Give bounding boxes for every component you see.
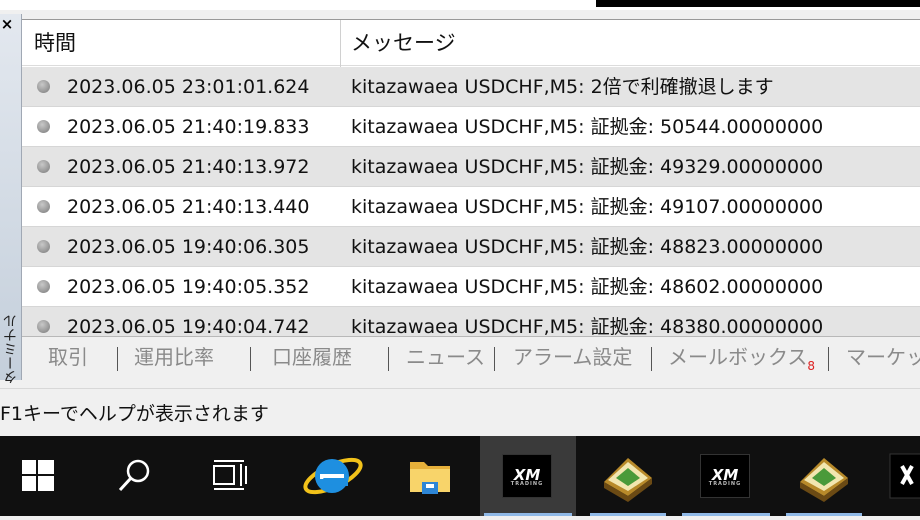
windows-start-icon xyxy=(22,460,54,491)
close-icon[interactable]: × xyxy=(0,16,14,32)
row-message: kitazawaea USDCHF,M5: 証拠金: 49107.0000000… xyxy=(351,196,824,218)
table-row[interactable]: 2023.06.05 19:40:04.742 kitazawaea USDCH… xyxy=(22,307,920,336)
status-text: F1キーでヘルプが表示されます xyxy=(0,403,269,425)
status-bar: F1キーでヘルプが表示されます xyxy=(0,388,920,436)
status-dot-icon xyxy=(37,80,50,93)
table-header: 時間 メッセージ xyxy=(22,20,920,66)
tab-news[interactable]: ニュース xyxy=(406,341,485,373)
file-explorer-icon xyxy=(410,462,450,494)
tab-trade[interactable]: 取引 xyxy=(48,341,88,373)
tab-exposure[interactable]: 運用比率 xyxy=(134,341,214,373)
row-time: 2023.06.05 23:01:01.624 xyxy=(67,76,310,98)
task-view-icon xyxy=(213,460,247,490)
terminal-tabs: 取引 運用比率 口座履歴 ニュース アラーム設定 メールボックス8 マーケット xyxy=(22,336,920,380)
row-message: kitazawaea USDCHF,M5: 2倍で利確撤退します xyxy=(351,76,774,98)
row-message: kitazawaea USDCHF,M5: 証拠金: 49329.0000000… xyxy=(351,156,824,178)
terminal-window: ターミナル × 時間 メッセージ 2023.06.05 23:01:01.624… xyxy=(0,0,920,436)
tab-separator xyxy=(388,347,389,371)
tab-separator xyxy=(117,347,118,371)
internet-explorer-button[interactable] xyxy=(290,436,374,516)
status-dot-icon xyxy=(37,280,50,293)
xm-terminal-icon: XM TRADING xyxy=(502,454,552,498)
table-row[interactable]: 2023.06.05 19:40:06.305 kitazawaea USDCH… xyxy=(22,227,920,267)
tab-mailbox[interactable]: メールボックス8 xyxy=(668,341,815,373)
tab-separator xyxy=(250,347,251,371)
row-message: kitazawaea USDCHF,M5: 証拠金: 48602.0000000… xyxy=(351,276,824,298)
table-row[interactable]: 2023.06.05 19:40:05.352 kitazawaea USDCH… xyxy=(22,267,920,307)
metaeditor-button[interactable] xyxy=(586,436,670,516)
xm-terminal-button-2[interactable]: XM TRADING xyxy=(678,436,774,516)
xm-terminal-button[interactable]: XM TRADING xyxy=(480,436,576,516)
top-strip xyxy=(0,0,920,10)
terminal-side-label[interactable]: ターミナル xyxy=(1,304,21,394)
status-dot-icon xyxy=(37,160,50,173)
xm-terminal-icon: XM TRADING xyxy=(700,454,750,498)
terminal-sidebar: ターミナル xyxy=(0,14,22,384)
row-message: kitazawaea USDCHF,M5: 証拠金: 50544.0000000… xyxy=(351,116,824,138)
metaeditor-icon xyxy=(800,458,848,502)
tab-account-history[interactable]: 口座履歴 xyxy=(272,341,352,373)
xm-terminal-icon xyxy=(889,453,920,499)
table-row[interactable]: 2023.06.05 21:40:13.440 kitazawaea USDCH… xyxy=(22,187,920,227)
row-time: 2023.06.05 19:40:04.742 xyxy=(67,316,310,336)
column-header-time[interactable]: 時間 xyxy=(34,20,338,66)
status-dot-icon xyxy=(37,240,50,253)
xm-logo-sub: TRADING xyxy=(708,481,742,487)
xm-terminal-button-3[interactable] xyxy=(876,436,920,516)
tab-market[interactable]: マーケット xyxy=(846,341,920,373)
file-explorer-button[interactable] xyxy=(388,436,472,516)
internet-explorer-icon xyxy=(303,457,363,495)
mailbox-count-badge: 8 xyxy=(807,359,816,373)
table-row[interactable]: 2023.06.05 23:01:01.624 kitazawaea USDCH… xyxy=(22,67,920,107)
status-dot-icon xyxy=(37,320,50,333)
table-row[interactable]: 2023.06.05 21:40:13.972 kitazawaea USDCH… xyxy=(22,147,920,187)
status-dot-icon xyxy=(37,200,50,213)
task-view-button[interactable] xyxy=(192,436,270,516)
journal-table: 時間 メッセージ 2023.06.05 23:01:01.624 kitazaw… xyxy=(22,19,920,336)
status-dot-icon xyxy=(37,120,50,133)
tab-mailbox-label: メールボックス xyxy=(668,345,808,369)
table-row[interactable]: 2023.06.05 21:40:19.833 kitazawaea USDCH… xyxy=(22,107,920,147)
taskbar: XM TRADING XM TRADING xyxy=(0,436,920,516)
tab-separator xyxy=(494,347,495,371)
tab-separator xyxy=(651,347,652,371)
metaeditor-button-2[interactable] xyxy=(782,436,866,516)
row-message: kitazawaea USDCHF,M5: 証拠金: 48823.0000000… xyxy=(351,236,824,258)
row-time: 2023.06.05 21:40:13.440 xyxy=(67,196,310,218)
column-header-message[interactable]: メッセージ xyxy=(351,20,911,66)
metaeditor-icon xyxy=(604,458,652,502)
search-icon xyxy=(118,459,150,492)
start-button[interactable] xyxy=(0,436,78,516)
row-time: 2023.06.05 21:40:19.833 xyxy=(67,116,310,138)
search-button[interactable] xyxy=(96,436,174,516)
row-time: 2023.06.05 19:40:05.352 xyxy=(67,276,310,298)
chart-edge xyxy=(596,0,920,7)
row-time: 2023.06.05 21:40:13.972 xyxy=(67,156,310,178)
xm-logo-sub: TRADING xyxy=(510,481,544,487)
row-message: kitazawaea USDCHF,M5: 証拠金: 48380.0000000… xyxy=(351,316,824,336)
tab-separator xyxy=(828,347,829,371)
row-time: 2023.06.05 19:40:06.305 xyxy=(67,236,310,258)
tab-alerts[interactable]: アラーム設定 xyxy=(513,341,632,373)
